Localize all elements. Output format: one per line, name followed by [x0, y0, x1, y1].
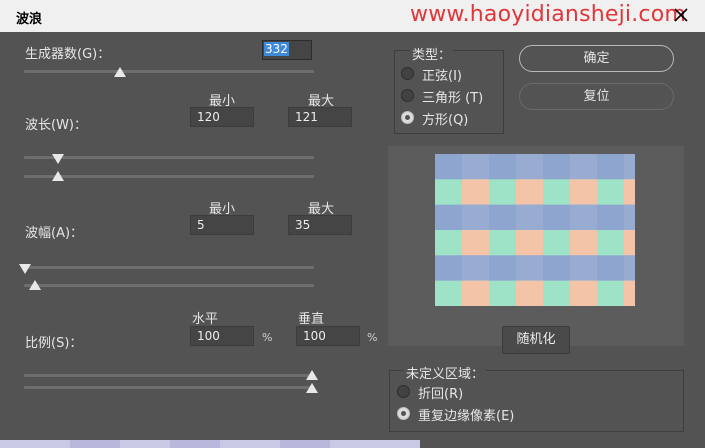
title-bar: 波浪 www.haoyidiansheji.com — [0, 0, 705, 32]
wavelength-max-slider-track[interactable] — [24, 175, 314, 178]
radio-triangle-label[interactable]: 三角形 (T) — [422, 87, 483, 106]
preview-block — [570, 179, 597, 206]
dialog-body: 生成器数(G)： 332 最小 最大 波长(W)： 120 121 最小 最大 … — [0, 32, 705, 448]
radio-wrap-around-label[interactable]: 折回(R) — [418, 383, 463, 402]
scale-vertical-slider-track[interactable] — [24, 386, 314, 389]
amplitude-max-slider-track[interactable] — [24, 284, 314, 287]
amplitude-label: 波幅(A)： — [25, 226, 84, 241]
preview-block — [570, 204, 597, 231]
preview-block — [462, 154, 489, 180]
preview-block — [624, 255, 635, 282]
radio-repeat-edge-pixels[interactable] — [397, 407, 410, 420]
scale-vertical-unit: % — [367, 331, 378, 344]
preview-panel — [388, 146, 684, 346]
wavelength-min-slider-track[interactable] — [24, 156, 314, 159]
type-group-title: 类型： — [410, 44, 454, 63]
radio-repeat-edge-pixels-label[interactable]: 重复边缘像素(E) — [418, 405, 514, 424]
preview-block — [516, 230, 543, 256]
scale-vertical-header: 垂直 — [298, 312, 325, 327]
ok-button[interactable]: 确定 — [519, 45, 674, 72]
wavelength-label: 波长(W)： — [25, 118, 87, 133]
close-icon[interactable] — [670, 4, 692, 26]
preview-block — [624, 230, 635, 256]
scale-horizontal-slider-track[interactable] — [24, 374, 314, 377]
preview-block — [462, 204, 489, 231]
radio-square-label[interactable]: 方形(Q) — [422, 109, 468, 128]
wavelength-max-slider-thumb[interactable] — [52, 171, 64, 181]
generators-label: 生成器数(G)： — [25, 47, 111, 62]
preview-block — [624, 280, 635, 306]
amplitude-max-input[interactable]: 35 — [288, 215, 352, 235]
preview-block — [624, 154, 635, 180]
preview-block — [516, 255, 543, 282]
reset-button[interactable]: 复位 — [519, 83, 674, 110]
radio-triangle[interactable] — [401, 89, 414, 102]
canvas-strip-behind-dialog — [0, 440, 420, 448]
randomize-button[interactable]: 随机化 — [502, 326, 570, 354]
wavelength-max-input[interactable]: 121 — [288, 107, 352, 127]
scale-label: 比例(S)： — [25, 336, 83, 351]
preview-block — [516, 154, 543, 180]
radio-sine[interactable] — [401, 67, 414, 80]
amplitude-min-slider-thumb[interactable] — [19, 264, 31, 274]
scale-horizontal-unit: % — [262, 331, 273, 344]
window-title: 波浪 — [16, 12, 43, 27]
preview-block — [462, 255, 489, 282]
preview-block — [462, 280, 489, 306]
preview-block — [516, 204, 543, 231]
amplitude-min-input[interactable]: 5 — [190, 215, 254, 235]
radio-sine-label[interactable]: 正弦(I) — [422, 65, 462, 84]
preview-block — [516, 280, 543, 306]
generators-value: 332 — [264, 42, 289, 56]
scale-horizontal-header: 水平 — [192, 312, 219, 327]
undefined-area-title: 未定义区域： — [404, 363, 487, 382]
preview-block — [570, 230, 597, 256]
amplitude-max-slider-thumb[interactable] — [29, 280, 41, 290]
watermark-text: www.haoyidiansheji.com — [410, 2, 687, 27]
scale-vertical-input[interactable]: 100 — [296, 326, 360, 346]
preview-block — [516, 179, 543, 206]
preview-block — [462, 179, 489, 206]
generators-slider-thumb[interactable] — [114, 67, 126, 77]
generators-input[interactable]: 332 — [262, 40, 312, 60]
preview-block — [570, 255, 597, 282]
preview-block — [624, 179, 635, 206]
preview-block — [624, 204, 635, 231]
scale-horizontal-input[interactable]: 100 — [190, 326, 254, 346]
preview-block — [570, 280, 597, 306]
preview-block — [462, 230, 489, 256]
wavelength-min-input[interactable]: 120 — [190, 107, 254, 127]
generators-slider-track[interactable] — [24, 70, 314, 73]
radio-square[interactable] — [401, 111, 414, 124]
scale-horizontal-slider-thumb[interactable] — [306, 370, 318, 380]
preview-block — [570, 154, 597, 180]
amplitude-min-slider-track[interactable] — [24, 266, 314, 269]
wave-preview-image — [435, 154, 635, 306]
scale-vertical-slider-thumb[interactable] — [306, 383, 318, 393]
radio-wrap-around[interactable] — [397, 385, 410, 398]
wavelength-min-slider-thumb[interactable] — [52, 154, 64, 164]
